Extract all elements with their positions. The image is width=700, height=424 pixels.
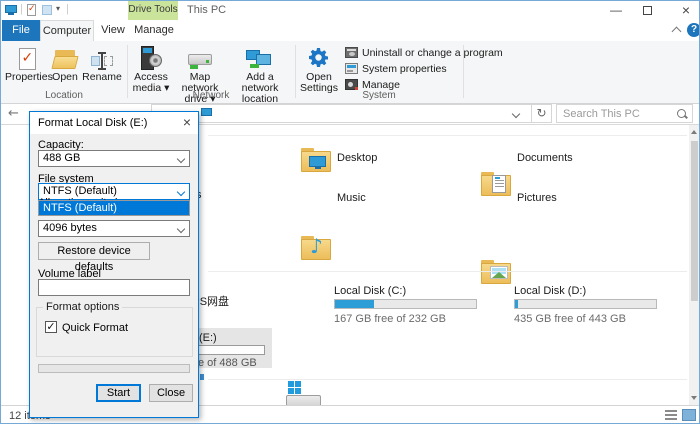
titlebar: | ✓ ▾ | Drive Tools This PC — ×: [1, 1, 699, 20]
music-folder-icon: ♪: [301, 234, 331, 260]
rename-icon: [81, 44, 123, 70]
dialog-close-icon[interactable]: ×: [183, 114, 191, 130]
tab-computer[interactable]: Computer: [40, 20, 94, 41]
map-network-drive-icon: [171, 44, 229, 70]
access-media-button[interactable]: Access media ▾: [131, 44, 171, 94]
manage-icon: [345, 79, 358, 90]
format-options-group: Format options ✓ Quick Format: [36, 301, 193, 357]
add-network-location-icon: [229, 44, 291, 70]
contextual-tab-drive-tools[interactable]: Drive Tools: [128, 1, 178, 20]
maximize-button[interactable]: [643, 6, 652, 15]
search-box[interactable]: [556, 104, 693, 123]
properties-button[interactable]: ✓ Properties: [5, 44, 53, 83]
details-view-icon[interactable]: [665, 410, 677, 421]
dialog-title: Format Local Disk (E:): [38, 117, 148, 129]
network-group-rule: [208, 379, 687, 380]
search-icon[interactable]: [676, 108, 688, 120]
qat-separator2: |: [66, 3, 69, 15]
format-progress-bar: [38, 364, 190, 373]
tab-manage[interactable]: Manage: [131, 20, 177, 41]
format-dialog: Format Local Disk (E:) × Capacity: 488 G…: [29, 111, 199, 418]
group-separator: [295, 45, 296, 98]
minimize-ribbon-icon[interactable]: [671, 26, 682, 37]
back-icon[interactable]: ←: [8, 106, 19, 121]
tab-file[interactable]: File: [2, 20, 40, 41]
folders-group-rule: [208, 135, 687, 136]
chevron-down-icon: [176, 154, 186, 164]
quick-format-checkbox[interactable]: ✓: [45, 321, 57, 333]
scrollbar-thumb[interactable]: [691, 141, 698, 301]
open-button[interactable]: Open: [49, 44, 81, 83]
documents-folder-icon: [481, 172, 511, 196]
refresh-icon[interactable]: ↻: [531, 104, 552, 123]
search-input[interactable]: [563, 106, 673, 121]
open-folder-icon: [49, 44, 81, 70]
group-label-location: Location: [45, 90, 83, 101]
network-location-icon-fragment: [200, 374, 204, 380]
desktop-folder-icon: [301, 148, 331, 172]
address-thispc-icon: [201, 108, 212, 116]
ribbon: ✓ Properties Open Rename Location Access…: [1, 41, 699, 105]
format-options-label: Format options: [43, 301, 123, 313]
system-properties-button[interactable]: System properties: [345, 61, 447, 76]
qat-properties-icon[interactable]: ✓: [27, 4, 36, 16]
minimize-button[interactable]: —: [601, 2, 631, 19]
ribbon-tab-row: File Computer View Manage ?: [1, 20, 699, 41]
uninstall-icon: [345, 47, 358, 58]
open-settings-button[interactable]: Open Settings: [299, 44, 339, 94]
disk-c-usage-bar: [334, 299, 477, 309]
chevron-down-icon: [176, 187, 186, 197]
disk-e-usage-bar: [198, 345, 265, 355]
qat-dropdown-icon[interactable]: ▾: [56, 4, 60, 13]
address-bar[interactable]: [151, 104, 532, 123]
close-dialog-button[interactable]: Close: [149, 384, 193, 402]
rename-button[interactable]: Rename: [81, 44, 123, 83]
settings-gear-icon: [299, 44, 339, 70]
group-separator: [463, 45, 464, 98]
uninstall-program-button[interactable]: Uninstall or change a program: [345, 45, 503, 60]
thumbnail-view-icon[interactable]: [682, 409, 696, 421]
help-icon[interactable]: ?: [687, 23, 699, 37]
group-separator: [127, 45, 128, 98]
capacity-select[interactable]: 488 GB: [38, 150, 190, 167]
dialog-titlebar: Format Local Disk (E:) ×: [30, 112, 198, 134]
dropdown-item-ntfs[interactable]: NTFS (Default): [39, 201, 189, 215]
scroll-down-icon[interactable]: [691, 396, 697, 400]
vertical-scrollbar[interactable]: [689, 125, 699, 405]
close-button[interactable]: ×: [671, 2, 699, 19]
filesystem-dropdown-list: NTFS (Default): [38, 200, 190, 216]
chevron-down-icon: [176, 224, 186, 234]
properties-icon: ✓: [5, 44, 49, 70]
explorer-window: | ✓ ▾ | Drive Tools This PC — × File Com…: [0, 0, 700, 424]
group-label-system: System: [362, 90, 396, 101]
start-button[interactable]: Start: [96, 384, 141, 402]
tab-view[interactable]: View: [95, 20, 131, 41]
restore-defaults-button[interactable]: Restore device defaults: [38, 242, 150, 273]
access-media-icon: [131, 44, 171, 70]
window-title: This PC: [187, 4, 227, 16]
qat-thispc-icon[interactable]: [5, 5, 17, 15]
group-label-network: Network: [192, 90, 230, 101]
qat-separator: |: [20, 3, 23, 15]
qat-folder-icon[interactable]: [42, 5, 52, 15]
volume-label-input[interactable]: [38, 279, 190, 296]
pictures-folder-icon: [481, 260, 511, 284]
scroll-up-icon[interactable]: [691, 130, 697, 134]
disk-d-usage-bar: [514, 299, 657, 309]
allocation-select[interactable]: 4096 bytes: [38, 220, 190, 237]
quick-format-label: Quick Format: [62, 322, 129, 334]
address-dropdown-icon[interactable]: [511, 109, 521, 119]
system-properties-icon: [345, 63, 358, 74]
devices-group-rule: [208, 271, 687, 272]
